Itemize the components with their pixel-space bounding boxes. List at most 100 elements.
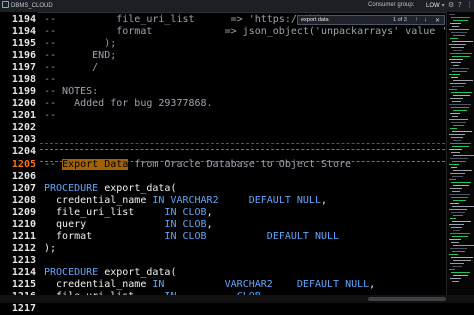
minimap-line — [449, 209, 467, 210]
minimap-line — [449, 119, 468, 120]
minimap-line — [451, 122, 466, 123]
code-token: -- format => json_object('unpackarrays' … — [44, 26, 445, 37]
code-line: -- ); — [44, 38, 116, 50]
minimap-line — [451, 257, 473, 258]
line-number: 1201 — [11, 110, 36, 121]
minimap-line — [450, 188, 462, 189]
horizontal-scrollbar[interactable] — [0, 295, 474, 303]
line-number: 1195 — [11, 38, 36, 49]
minimap-line — [450, 263, 464, 264]
minimap-line — [453, 200, 466, 201]
code-line: file_uri_list IN CLOB, — [44, 207, 213, 219]
minimap-line — [453, 230, 460, 231]
code-token: DEFAULT NULL — [248, 195, 321, 206]
code-line: PROCEDURE export_data( — [44, 183, 176, 195]
minimap-line — [450, 233, 470, 234]
minimap-line — [452, 86, 464, 87]
minimap-line — [450, 113, 460, 114]
minimap-line — [452, 251, 465, 252]
line-number: 1196 — [11, 50, 36, 61]
connection-selector[interactable]: DBMS_CLOUD — [2, 1, 53, 9]
code-token: -- / — [44, 62, 99, 73]
code-line: -- NOTES: — [44, 86, 98, 98]
settings-icon[interactable]: ⚙ — [448, 1, 454, 9]
code-token: -- — [44, 74, 57, 85]
code-line: -- — [44, 110, 56, 122]
minimap-line — [451, 152, 460, 153]
find-prev-button[interactable]: ↑ — [415, 17, 418, 23]
code-token: query — [44, 219, 165, 230]
minimap-line — [449, 224, 464, 225]
minimap-line — [451, 242, 459, 243]
line-number: 1213 — [11, 255, 36, 266]
consumer-group-select[interactable]: LOW — [426, 2, 445, 9]
minimap-line — [453, 170, 472, 171]
minimap-line — [449, 104, 471, 105]
code-token: -- NOTES: — [44, 86, 99, 97]
minimap-line — [449, 179, 456, 180]
minimap-line — [449, 269, 455, 270]
minimap-line — [450, 128, 457, 129]
line-number: 1203 — [11, 134, 36, 145]
code-token: from Oracle Database to Object Store — [128, 159, 352, 170]
code-token: , — [320, 195, 327, 206]
minimap-line — [452, 281, 459, 282]
minimap-line — [453, 185, 469, 186]
code-token: export_data( — [104, 183, 177, 194]
minimap-line — [450, 83, 466, 84]
minimap-line — [453, 245, 474, 246]
line-number: 1215 — [11, 279, 36, 290]
minimap-line — [452, 101, 461, 102]
minimap-line — [451, 77, 458, 78]
code-line: -- format => json_object('unpackarrays' … — [44, 26, 445, 38]
code-token: , — [206, 219, 213, 230]
code-token: DEFAULT NULL — [296, 279, 370, 290]
code-token: -- ); — [44, 38, 117, 49]
help-icon[interactable]: ? — [458, 1, 462, 9]
connection-label: DBMS_CLOUD — [11, 3, 53, 9]
minimap-line — [451, 62, 461, 63]
minimap-line — [452, 41, 473, 42]
minimap-line — [450, 68, 469, 69]
line-number: 1200 — [11, 98, 36, 109]
line-number: 1208 — [11, 195, 36, 206]
line-number: 1205 — [11, 159, 36, 170]
more-icon[interactable]: ⋮ — [466, 1, 473, 9]
find-next-button[interactable]: ↓ — [424, 17, 427, 23]
minimap-line — [451, 107, 469, 108]
line-number: 1202 — [11, 122, 36, 133]
code-editor[interactable]: -- file_uri_list => 'https://object -- fo… — [40, 12, 445, 295]
code-token: , — [206, 207, 213, 218]
minimap-line — [450, 173, 465, 174]
minimap-line — [453, 260, 471, 261]
line-number-gutter: 1194 1194 1195 1196 1197 1198 1199 1200 1201 1202… — [0, 12, 38, 314]
line-number: 1211 — [11, 231, 36, 242]
minimap-line — [449, 149, 462, 150]
minimap-line — [452, 266, 462, 267]
line-number: 1214 — [11, 267, 36, 278]
minimap-line — [452, 161, 466, 162]
code-token: IN CLOB — [164, 231, 207, 242]
find-result-count: 1 of 3 — [393, 17, 407, 23]
code-line: format IN CLOB DEFAULT NULL — [44, 231, 339, 243]
line-number: 1198 — [11, 74, 36, 85]
line-number: 1194 — [11, 26, 36, 37]
minimap-line — [453, 110, 467, 111]
line-number: 1204 — [11, 146, 36, 157]
find-widget: export data 1 of 3 ↑ ↓ ✕ — [297, 15, 445, 25]
find-close-button[interactable]: ✕ — [435, 17, 440, 24]
line-number: 1210 — [11, 219, 36, 230]
minimap-line — [450, 278, 461, 279]
minimap-line — [450, 53, 472, 54]
minimap-line — [450, 23, 461, 24]
minimap-line — [449, 239, 461, 240]
minimap-line — [450, 38, 458, 39]
code-token: file_uri_list — [44, 207, 165, 218]
minimap-line — [453, 80, 473, 81]
find-input[interactable]: export data — [301, 17, 329, 23]
scrollbar-thumb[interactable] — [368, 297, 446, 301]
minimap-line — [449, 59, 463, 60]
minimap[interactable] — [446, 12, 474, 295]
